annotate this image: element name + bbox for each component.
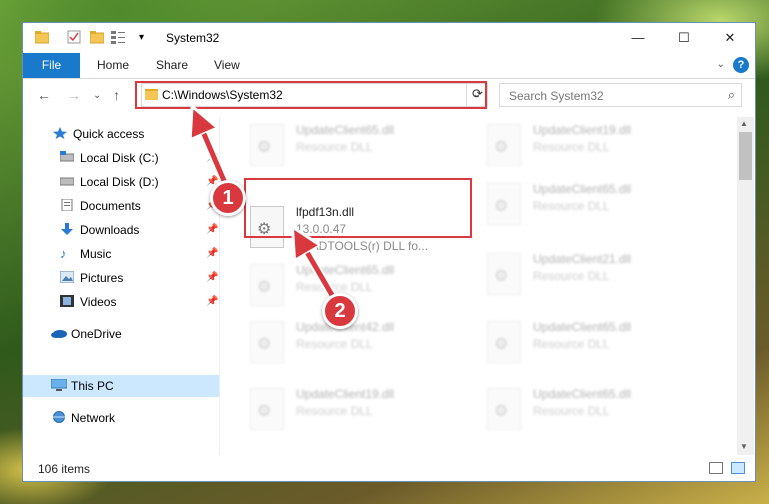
nav-item-music[interactable]: ♪ Music <box>60 244 111 264</box>
dll-file-icon: ⚙ <box>250 124 284 166</box>
file-description: LEADTOOLS(r) DLL fo... <box>296 239 429 253</box>
window-title: System32 <box>166 31 220 45</box>
nav-item-videos[interactable]: Videos <box>60 292 116 312</box>
music-note-icon: ♪ <box>60 246 67 261</box>
dll-file-icon: ⚙ <box>487 124 521 166</box>
dll-file-icon: ⚙ <box>250 206 284 248</box>
forward-arrow-icon[interactable]: → <box>67 87 81 103</box>
properties-icon[interactable] <box>67 30 81 44</box>
list-item[interactable]: ⚙ UpdateClient19.dll Resource DLL <box>483 121 703 171</box>
details-view-icon[interactable] <box>709 462 723 474</box>
nav-item-this-pc[interactable]: This PC <box>50 376 114 396</box>
tab-view[interactable]: View <box>214 53 240 78</box>
expand-ribbon-icon[interactable]: ⌄ <box>717 59 725 70</box>
new-folder-icon[interactable] <box>89 30 105 44</box>
dll-file-icon: ⚙ <box>487 388 521 430</box>
cloud-icon <box>51 325 67 338</box>
download-arrow-icon <box>60 221 74 235</box>
pictures-icon <box>59 269 75 284</box>
dll-file-icon: ⚙ <box>487 253 521 295</box>
customize-toolbar-icon[interactable]: ▾ <box>139 32 153 46</box>
drive-icon <box>59 173 75 186</box>
pin-icon[interactable]: 📌 <box>206 224 218 235</box>
focused-file-item[interactable]: ⚙ lfpdf13n.dll 13.0.0.47 LEADTOOLS(r) DL… <box>246 203 466 253</box>
status-bar: 106 items <box>23 457 755 481</box>
file-explorer-window: ▾ System32 — ☐ ✕ File Home Share View ⌄ … <box>22 22 756 482</box>
nav-item-network[interactable]: Network <box>51 408 115 428</box>
folder-icon <box>34 30 50 44</box>
item-count: 106 items <box>38 462 91 476</box>
folder-icon <box>145 89 158 100</box>
large-icons-view-icon[interactable] <box>731 462 745 474</box>
nav-item-pictures[interactable]: Pictures <box>59 268 123 288</box>
navigation-pane: Quick access Local Disk (C:) 📌 Local Dis… <box>23 117 219 455</box>
dll-file-icon: ⚙ <box>487 321 521 363</box>
callout-number-2: 2 <box>322 293 358 329</box>
dll-file-icon: ⚙ <box>250 388 284 430</box>
refresh-button[interactable]: ⟳ <box>466 83 488 107</box>
pin-icon[interactable]: 📌 <box>206 152 218 163</box>
pin-icon[interactable]: 📌 <box>206 296 218 307</box>
scroll-up-icon[interactable]: ▲ <box>740 119 748 128</box>
view-options-icon[interactable] <box>111 30 125 44</box>
search-input[interactable]: Search System32 ⌕ <box>499 83 742 107</box>
maximize-button[interactable]: ☐ <box>661 23 707 53</box>
ribbon-tabs: File Home Share View ⌄ ? <box>23 53 755 79</box>
nav-item-documents[interactable]: Documents <box>60 196 141 216</box>
vertical-scrollbar[interactable]: ▲ ▼ <box>737 117 754 455</box>
drive-icon <box>59 149 75 162</box>
computer-icon <box>50 377 68 391</box>
list-item[interactable]: ⚙ UpdateClient19.dll Resource DLL <box>246 385 466 435</box>
nav-item-local-disk-c[interactable]: Local Disk (C:) <box>59 148 159 168</box>
minimize-button[interactable]: — <box>615 23 661 53</box>
close-button[interactable]: ✕ <box>707 23 753 53</box>
up-arrow-icon[interactable]: ↑ <box>113 87 120 103</box>
file-list: ⚙ UpdateClient65.dll Resource DLL ⚙ lfpd… <box>221 117 737 455</box>
list-item[interactable]: ⚙ UpdateClient21.dll Resource DLL <box>483 250 703 300</box>
file-name: lfpdf13n.dll <box>296 205 355 219</box>
file-version: 13.0.0.47 <box>296 222 347 236</box>
dll-file-icon: ⚙ <box>250 264 284 306</box>
nav-item-onedrive[interactable]: OneDrive <box>51 324 122 344</box>
scrollbar-thumb[interactable] <box>739 132 752 180</box>
recent-locations-icon[interactable]: ⌄ <box>93 90 101 101</box>
address-bar[interactable]: C:\Windows\System32 ⌄ <box>141 83 488 107</box>
list-item[interactable]: ⚙ UpdateClient65.dll Resource DLL <box>483 318 703 368</box>
pin-icon[interactable]: 📌 <box>206 272 218 283</box>
network-icon <box>51 409 65 423</box>
star-icon <box>53 125 67 139</box>
pane-divider <box>219 117 220 455</box>
tab-share[interactable]: Share <box>156 53 188 78</box>
nav-item-local-disk-d[interactable]: Local Disk (D:) <box>59 172 159 192</box>
nav-item-quick-access[interactable]: Quick access <box>53 124 144 144</box>
address-path: C:\Windows\System32 <box>162 88 283 102</box>
pin-icon[interactable]: 📌 <box>206 248 218 259</box>
list-item[interactable]: ⚙ UpdateClient65.dll Resource DLL <box>246 121 466 171</box>
scroll-down-icon[interactable]: ▼ <box>740 442 748 451</box>
documents-icon <box>60 197 74 212</box>
tab-home[interactable]: Home <box>97 53 129 78</box>
search-placeholder: Search System32 <box>509 89 604 103</box>
list-item[interactable]: ⚙ UpdateClient42.dll Resource DLL <box>246 318 466 368</box>
address-row: ← → ⌄ ↑ C:\Windows\System32 ⌄ ⟳ Search S… <box>23 79 755 111</box>
tab-file[interactable]: File <box>23 53 80 78</box>
callout-number-1: 1 <box>210 180 246 216</box>
dll-file-icon: ⚙ <box>250 321 284 363</box>
search-icon: ⌕ <box>727 87 735 102</box>
list-item[interactable]: ⚙ UpdateClient65.dll Resource DLL <box>483 180 703 230</box>
help-button[interactable]: ? <box>733 57 749 73</box>
videos-icon <box>60 293 74 307</box>
back-arrow-icon[interactable]: ← <box>37 87 51 103</box>
list-item[interactable]: ⚙ UpdateClient65.dll Resource DLL <box>483 385 703 435</box>
title-bar: ▾ System32 — ☐ ✕ <box>23 23 755 53</box>
nav-item-downloads[interactable]: Downloads <box>60 220 139 240</box>
dll-file-icon: ⚙ <box>487 183 521 225</box>
